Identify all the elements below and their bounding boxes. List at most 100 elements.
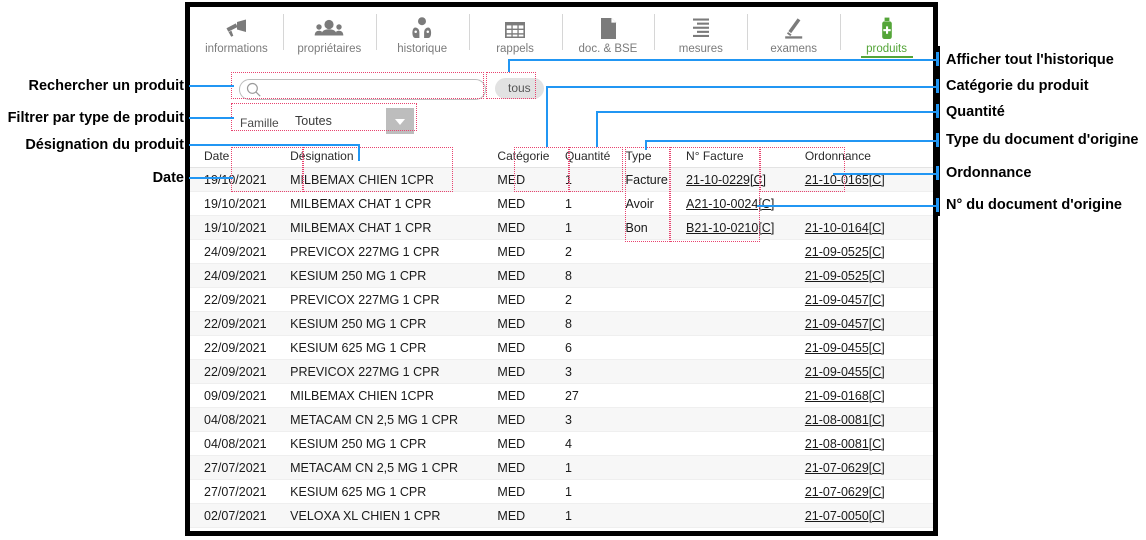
- bottle-icon: [877, 15, 897, 41]
- table-row[interactable]: 22/09/2021 PREVICOX 227MG 1 CPR MED 3 21-09-…: [190, 359, 933, 384]
- table-row[interactable]: 27/07/2021 METACAM CN 2,5 MG 1 CPR MED 1 21-…: [190, 455, 933, 480]
- table-row[interactable]: 02/07/2021 VELOXA XL CHIEN 1 CPR MED 1 21-07…: [190, 503, 933, 528]
- column-header-facture[interactable]: N° Facture: [686, 147, 805, 168]
- microscope-icon: [782, 15, 806, 41]
- cell-date: 24/09/2021: [190, 239, 291, 264]
- document-link[interactable]: A21-10-0024[C]: [686, 197, 774, 211]
- column-header-categorie[interactable]: Catégorie: [497, 147, 565, 168]
- tab-rappels[interactable]: rappels: [468, 7, 562, 59]
- column-header-quantite[interactable]: Quantité: [564, 147, 626, 168]
- document-link[interactable]: 21-09-0455[C]: [805, 365, 885, 379]
- cell-categorie: MED: [497, 383, 565, 408]
- screenshot-root: informations propriétaires historique ra…: [0, 0, 1146, 540]
- cell-ordonnance: 21-08-0081[C]: [804, 407, 933, 432]
- search-input[interactable]: [264, 80, 477, 101]
- cell-date: 22/09/2021: [190, 311, 291, 336]
- cell-categorie: MED: [497, 287, 565, 312]
- cell-facture: [686, 239, 805, 264]
- table-row[interactable]: 09/09/2021 MILBEMAX CHIEN 1CPR MED 27 21-09-…: [190, 383, 933, 408]
- table-row[interactable]: 19/10/2021 MILBEMAX CHIEN 1CPR MED 1 Facture…: [190, 167, 933, 192]
- chevron-down-icon[interactable]: [386, 108, 414, 134]
- cell-facture: [686, 311, 805, 336]
- document-link[interactable]: 21-07-0050[C]: [805, 509, 885, 523]
- cell-ordonnance: 21-09-0457[C]: [804, 311, 933, 336]
- table-row[interactable]: 22/09/2021 KESIUM 250 MG 1 CPR MED 8 21-09-0…: [190, 311, 933, 336]
- table-row[interactable]: 04/08/2021 METACAM CN 2,5 MG 1 CPR MED 3 21-…: [190, 407, 933, 432]
- column-header-designation[interactable]: Désignation: [290, 147, 498, 168]
- table-row[interactable]: 19/10/2021 MILBEMAX CHAT 1 CPR MED 1 Bon B21-…: [190, 215, 933, 240]
- annotation-label-filtrer: Filtrer par type de produit: [7, 110, 184, 126]
- cell-facture: [686, 503, 805, 528]
- cell-type: [625, 503, 687, 528]
- table-row[interactable]: 22/09/2021 PREVICOX 227MG 1 CPR MED 2 21-09-…: [190, 287, 933, 312]
- column-header-type[interactable]: Type: [625, 147, 687, 168]
- cell-type: [625, 239, 687, 264]
- column-header-ordonnance[interactable]: Ordonnance: [804, 147, 933, 168]
- annotation-vlead-categorie: [546, 86, 548, 147]
- cell-designation: KESIUM 625 MG 1 CPR: [290, 335, 498, 360]
- left-annotation-bar: [185, 76, 189, 178]
- document-link[interactable]: 21-08-0081[C]: [805, 413, 885, 427]
- cell-type: [625, 455, 687, 480]
- tab-doc-bse[interactable]: doc. & BSE: [561, 7, 655, 59]
- cell-type: [625, 311, 687, 336]
- document-link[interactable]: 21-08-0081[C]: [805, 437, 885, 451]
- document-link[interactable]: 21-07-0629[C]: [805, 485, 885, 499]
- document-link[interactable]: 21-10-0164[C]: [805, 221, 885, 235]
- tab-informations[interactable]: informations: [190, 7, 283, 59]
- cell-ordonnance: 21-10-0165[C]: [804, 167, 933, 192]
- cell-facture: [686, 431, 805, 456]
- column-header-date[interactable]: Date: [190, 147, 291, 168]
- table-row[interactable]: 24/09/2021 KESIUM 250 MG 1 CPR MED 8 21-09-0…: [190, 263, 933, 288]
- family-filter-value[interactable]: Toutes: [295, 114, 332, 128]
- cell-type: Bon: [625, 215, 687, 240]
- cell-quantite: 6: [564, 335, 626, 360]
- cell-designation: MILBEMAX CHIEN 1CPR: [290, 383, 498, 408]
- document-link[interactable]: 21-09-0168[C]: [805, 389, 885, 403]
- cell-quantite: 1: [564, 479, 626, 504]
- annotation-vlead-designation: [358, 144, 360, 161]
- document-link[interactable]: 21-09-0525[C]: [805, 269, 885, 283]
- document-link[interactable]: 21-07-0629[C]: [805, 461, 885, 475]
- cell-type: [625, 479, 687, 504]
- cell-date: 22/09/2021: [190, 359, 291, 384]
- table-row[interactable]: 19/10/2021 MILBEMAX CHAT 1 CPR MED 1 Avoir A2…: [190, 191, 933, 216]
- cell-categorie: MED: [497, 215, 565, 240]
- annotation-tick-categorie: [936, 79, 939, 93]
- table-row[interactable]: 04/08/2021 KESIUM 250 MG 1 CPR MED 4 21-08-0…: [190, 431, 933, 456]
- document-link[interactable]: 21-09-0455[C]: [805, 341, 885, 355]
- table-row[interactable]: 24/09/2021 PREVICOX 227MG 1 CPR MED 2 21-09-…: [190, 239, 933, 264]
- annotation-tick-afficher: [936, 52, 939, 66]
- table-header-row: Date Désignation Catégorie Quantité Type…: [190, 147, 933, 168]
- cell-categorie: MED: [497, 311, 565, 336]
- cell-type: [625, 383, 687, 408]
- search-box[interactable]: [239, 79, 486, 101]
- show-all-history-button[interactable]: tous: [495, 78, 544, 99]
- tab-mesures[interactable]: mesures: [654, 7, 747, 59]
- document-link[interactable]: 21-09-0525[C]: [805, 245, 885, 259]
- cell-designation: PREVICOX 227MG 1 CPR: [290, 359, 498, 384]
- document-link[interactable]: B21-10-0210[C]: [686, 221, 774, 235]
- document-link[interactable]: 21-10-0229[C]: [686, 173, 766, 187]
- annotation-leader-date: [189, 177, 233, 179]
- cell-type: [625, 359, 687, 384]
- tab-label: informations: [205, 43, 268, 55]
- table-header: Date Désignation Catégorie Quantité Type…: [190, 147, 933, 168]
- document-link[interactable]: 21-09-0457[C]: [805, 317, 885, 331]
- pets-icon: [409, 15, 435, 41]
- table-row[interactable]: 22/09/2021 KESIUM 625 MG 1 CPR MED 6 21-09-0…: [190, 335, 933, 360]
- tab-produits[interactable]: produits: [840, 7, 933, 59]
- tab-label: rappels: [496, 43, 534, 55]
- cell-categorie: MED: [497, 455, 565, 480]
- cell-designation: MILBEMAX CHAT 1 CPR: [290, 191, 498, 216]
- tab-historique[interactable]: historique: [375, 7, 469, 59]
- annotation-label-date: Date: [152, 170, 184, 186]
- tab-proprietaires[interactable]: propriétaires: [282, 7, 376, 59]
- annotation-label-afficher: Afficher tout l'historique: [946, 52, 1114, 68]
- document-link[interactable]: 21-09-0457[C]: [805, 293, 885, 307]
- cell-type: [625, 431, 687, 456]
- table-row[interactable]: 27/07/2021 KESIUM 625 MG 1 CPR MED 1 21-07-0…: [190, 479, 933, 504]
- cell-categorie: MED: [497, 263, 565, 288]
- tab-examens[interactable]: examens: [747, 7, 840, 59]
- annotation-tick-type: [936, 133, 939, 147]
